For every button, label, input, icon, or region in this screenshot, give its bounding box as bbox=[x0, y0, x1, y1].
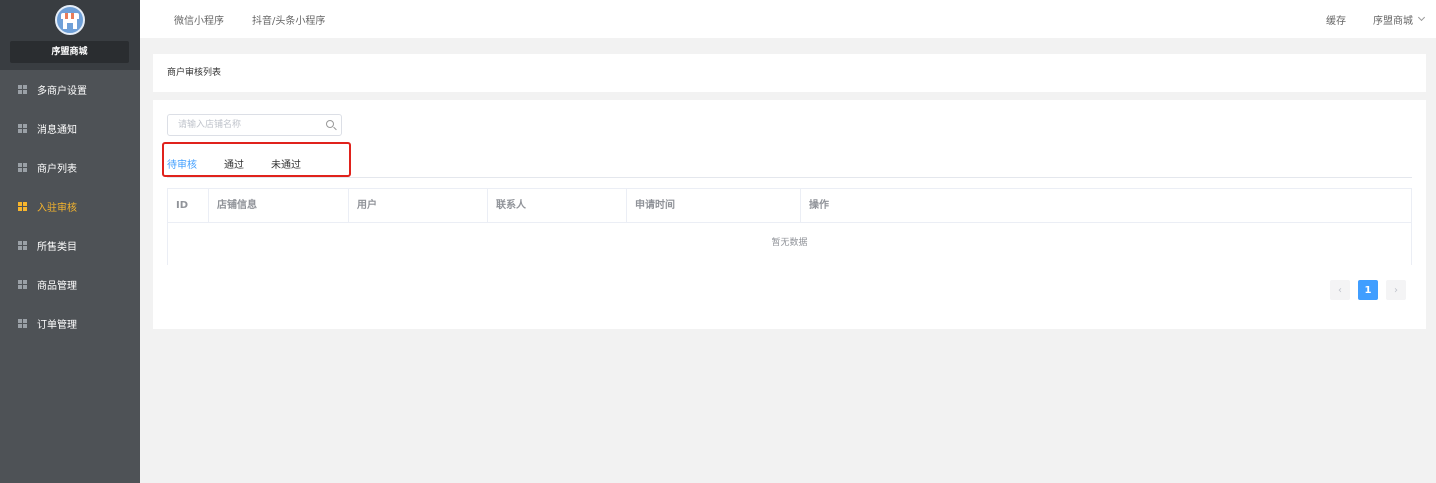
column-header-contact: 联系人 bbox=[488, 189, 627, 222]
sidebar-item-categories[interactable]: 所售类目 bbox=[0, 226, 140, 265]
search-box bbox=[167, 114, 342, 136]
main-card: 待审核 通过 未通过 ID 店铺信息 用户 联系人 申请时间 操作 暂无数据 ‹… bbox=[153, 100, 1426, 329]
sidebar-item-products[interactable]: 商品管理 bbox=[0, 265, 140, 304]
grid-icon bbox=[18, 280, 27, 289]
tab-pending[interactable]: 待审核 bbox=[167, 156, 197, 171]
sidebar-header: 序盟商城 bbox=[0, 0, 140, 70]
grid-icon bbox=[18, 241, 27, 250]
sidebar-item-label: 商户列表 bbox=[37, 164, 77, 175]
grid-icon bbox=[18, 124, 27, 133]
top-nav: 微信小程序 抖音/头条小程序 bbox=[174, 12, 353, 27]
sidebar-item-label: 所售类目 bbox=[37, 242, 77, 253]
sidebar-item-merchant-settings[interactable]: 多商户设置 bbox=[0, 70, 140, 109]
grid-icon bbox=[18, 202, 27, 211]
search-input[interactable] bbox=[168, 115, 318, 135]
empty-state: 暂无数据 bbox=[771, 238, 808, 248]
pagination: ‹ 1 › bbox=[1330, 280, 1406, 300]
sidebar-item-orders[interactable]: 订单管理 bbox=[0, 304, 140, 343]
column-header-id: ID bbox=[168, 189, 209, 222]
sidebar-item-label: 多商户设置 bbox=[37, 86, 87, 97]
chevron-down-icon bbox=[1417, 13, 1426, 22]
top-right-actions: 缓存 序盟商城 bbox=[1326, 12, 1426, 27]
nav-douyin-miniprogram[interactable]: 抖音/头条小程序 bbox=[252, 12, 325, 27]
column-header-actions: 操作 bbox=[809, 200, 829, 211]
prev-page-button[interactable]: ‹ bbox=[1330, 280, 1350, 300]
sidebar-item-label: 消息通知 bbox=[37, 125, 77, 136]
sidebar-menu: 多商户设置 消息通知 商户列表 入驻审核 所售类目 商品管理 订单管理 bbox=[0, 70, 140, 343]
column-header-apply-time: 申请时间 bbox=[627, 189, 801, 222]
sidebar-item-label: 订单管理 bbox=[37, 320, 77, 331]
sidebar-item-label: 商品管理 bbox=[37, 281, 77, 292]
user-menu[interactable]: 序盟商城 bbox=[1373, 12, 1426, 27]
sidebar: 序盟商城 多商户设置 消息通知 商户列表 入驻审核 所售类目 商品管理 订单管理 bbox=[0, 0, 140, 483]
sidebar-item-merchant-list[interactable]: 商户列表 bbox=[0, 148, 140, 187]
tab-approved[interactable]: 通过 bbox=[224, 156, 244, 171]
shop-name-badge: 序盟商城 bbox=[10, 41, 129, 63]
status-tabs: 待审核 通过 未通过 bbox=[167, 156, 328, 171]
sidebar-item-label: 入驻审核 bbox=[37, 203, 77, 214]
cache-button[interactable]: 缓存 bbox=[1326, 12, 1346, 27]
user-menu-label: 序盟商城 bbox=[1373, 15, 1413, 27]
nav-wechat-miniprogram[interactable]: 微信小程序 bbox=[174, 12, 224, 27]
next-page-button[interactable]: › bbox=[1386, 280, 1406, 300]
page-title: 商户审核列表 bbox=[153, 54, 1426, 92]
search-icon[interactable] bbox=[326, 120, 334, 128]
column-header-user: 用户 bbox=[349, 189, 488, 222]
grid-icon bbox=[18, 85, 27, 94]
top-bar: 微信小程序 抖音/头条小程序 缓存 序盟商城 bbox=[140, 0, 1436, 38]
sidebar-item-onboarding-review[interactable]: 入驻审核 bbox=[0, 187, 140, 226]
tabs-divider bbox=[167, 177, 1412, 178]
sidebar-item-notifications[interactable]: 消息通知 bbox=[0, 109, 140, 148]
grid-icon bbox=[18, 319, 27, 328]
column-header-shop-info: 店铺信息 bbox=[209, 189, 349, 222]
review-table: ID 店铺信息 用户 联系人 申请时间 操作 暂无数据 bbox=[167, 188, 1412, 265]
grid-icon bbox=[18, 163, 27, 172]
shop-logo-icon[interactable] bbox=[55, 5, 85, 35]
table-header: ID 店铺信息 用户 联系人 申请时间 操作 bbox=[168, 189, 1411, 223]
page-number-button[interactable]: 1 bbox=[1358, 280, 1378, 300]
tab-rejected[interactable]: 未通过 bbox=[271, 156, 301, 171]
